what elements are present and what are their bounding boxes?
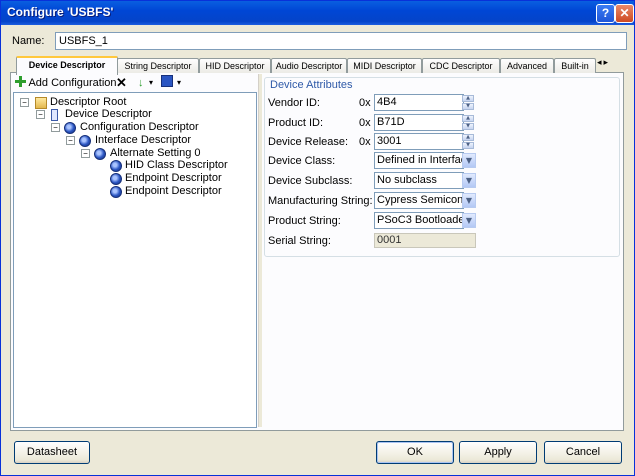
vendor-id-spinner[interactable]: ▲ ▼ <box>462 95 474 110</box>
serial-string-value: 0001 <box>374 233 476 248</box>
tree-item-label: Endpoint Descriptor <box>125 185 222 197</box>
collapse-icon[interactable]: − <box>66 136 75 145</box>
plus-icon <box>15 76 26 87</box>
tab-hid-descriptor[interactable]: HID Descriptor <box>199 58 271 73</box>
gear-icon <box>110 186 122 198</box>
hex-prefix: 0x <box>359 97 371 109</box>
add-configuration-button[interactable]: Add Configuration <box>15 74 117 92</box>
tree-item-label: Device Descriptor <box>65 108 152 121</box>
cancel-button[interactable]: Cancel <box>544 441 622 464</box>
move-dropdown-icon[interactable]: ▾ <box>149 74 153 92</box>
device-class-select[interactable]: Defined in Interface <box>374 152 464 169</box>
hex-prefix: 0x <box>359 117 371 129</box>
tab-device-descriptor[interactable]: Device Descriptor <box>16 56 118 75</box>
chevron-down-icon[interactable]: ▼ <box>462 173 476 188</box>
device-subclass-label: Device Subclass: <box>268 175 353 187</box>
chevron-down-icon[interactable]: ▼ <box>462 193 476 208</box>
tab-built-in[interactable]: Built-in <box>554 58 596 73</box>
delete-icon[interactable]: ✕ <box>116 74 127 92</box>
product-id-input[interactable]: B71D <box>374 114 464 131</box>
tab-scroll-arrows[interactable]: ◂▸ <box>597 58 610 68</box>
hex-prefix: 0x <box>359 136 371 148</box>
product-string-label: Product String: <box>268 215 341 227</box>
tab-audio-descriptor[interactable]: Audio Descriptor <box>271 58 347 73</box>
splitter[interactable] <box>258 74 262 427</box>
title-bar: Configure 'USBFS' ? ✕ <box>1 1 634 25</box>
tab-cdc-descriptor[interactable]: CDC Descriptor <box>422 58 500 73</box>
name-label: Name: <box>12 35 45 47</box>
collapse-icon[interactable]: − <box>36 110 45 119</box>
device-icon <box>51 109 58 121</box>
product-string-select[interactable]: PSoC3 Bootloader <box>374 212 464 229</box>
chevron-down-icon[interactable]: ▼ <box>462 213 476 228</box>
gear-icon <box>79 135 91 147</box>
serial-string-label: Serial String: <box>268 235 331 247</box>
move-down-icon[interactable]: ↓ <box>138 74 144 92</box>
name-input[interactable]: USBFS_1 <box>55 32 627 50</box>
datasheet-button[interactable]: Datasheet <box>14 441 90 464</box>
device-release-label: Device Release: <box>268 136 349 148</box>
tree-item-label: Interface Descriptor <box>95 134 191 146</box>
apply-button[interactable]: Apply <box>459 441 537 464</box>
save-icon[interactable] <box>161 74 173 92</box>
tree-item-label: Endpoint Descriptor <box>125 172 222 184</box>
gear-icon <box>94 148 106 160</box>
ok-button[interactable]: OK <box>376 441 454 464</box>
close-button[interactable]: ✕ <box>615 4 634 23</box>
folder-icon <box>35 97 47 109</box>
chevron-down-icon[interactable]: ▼ <box>462 153 476 168</box>
add-configuration-label: Add Configuration <box>28 77 117 89</box>
gear-icon <box>64 122 76 134</box>
manufacturing-string-label: Manufacturing String: <box>268 195 373 207</box>
device-release-spinner[interactable]: ▲ ▼ <box>462 134 474 149</box>
window-title: Configure 'USBFS' <box>7 5 114 19</box>
tree-item-label: Configuration Descriptor <box>80 121 199 133</box>
descriptor-tree[interactable]: − Descriptor Root − Device Descriptor − … <box>13 92 257 428</box>
group-title: Device Attributes <box>268 79 355 91</box>
device-subclass-select[interactable]: No subclass <box>374 172 464 189</box>
device-release-input[interactable]: 3001 <box>374 133 464 150</box>
help-button[interactable]: ? <box>596 4 615 23</box>
collapse-icon[interactable]: − <box>81 149 90 158</box>
tree-item-label: HID Class Descriptor <box>125 159 228 171</box>
device-class-label: Device Class: <box>268 155 336 167</box>
collapse-icon[interactable]: − <box>20 98 29 107</box>
manufacturing-string-select[interactable]: Cypress Semiconductor <box>374 192 464 209</box>
tree-toolbar: Add Configuration ✕ ↓ ▾ ▾ <box>13 74 255 92</box>
gear-icon <box>110 173 122 185</box>
gear-icon <box>110 160 122 172</box>
tab-advanced[interactable]: Advanced <box>500 58 554 73</box>
product-id-spinner[interactable]: ▲ ▼ <box>462 115 474 130</box>
vendor-id-label: Vendor ID: <box>268 97 320 109</box>
product-id-label: Product ID: <box>268 117 324 129</box>
tab-midi-descriptor[interactable]: MIDI Descriptor <box>347 58 422 73</box>
vendor-id-input[interactable]: 4B4 <box>374 94 464 111</box>
tab-string-descriptor[interactable]: String Descriptor <box>117 58 199 73</box>
collapse-icon[interactable]: − <box>51 123 60 132</box>
save-dropdown-icon[interactable]: ▾ <box>177 74 181 92</box>
